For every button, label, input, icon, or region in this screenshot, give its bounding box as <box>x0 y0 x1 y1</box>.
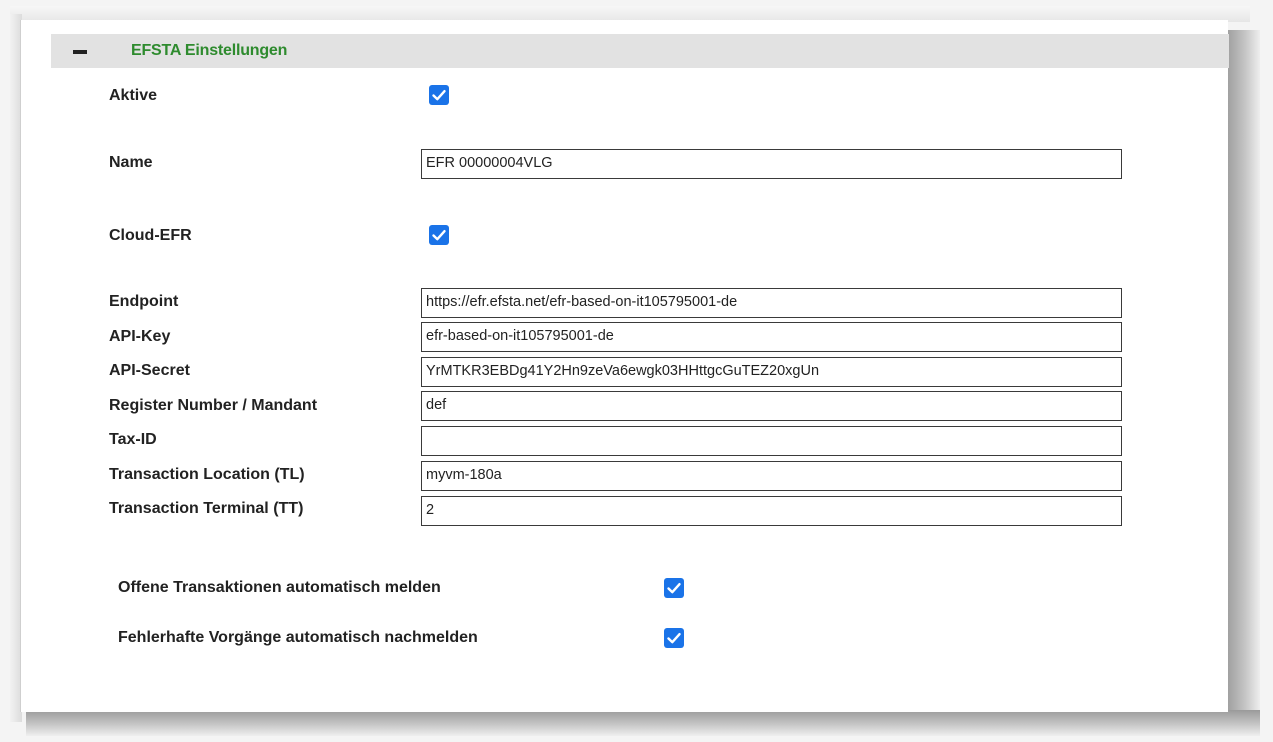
collapse-toggle-button[interactable] <box>69 34 95 68</box>
minus-icon <box>73 50 87 54</box>
offene-transaktionen-label: Offene Transaktionen automatisch melden <box>118 579 441 596</box>
checkmark-icon <box>667 633 681 644</box>
efsta-settings-page: EFSTA Einstellungen Aktive Name EFR 0000… <box>0 0 1273 742</box>
section-header: EFSTA Einstellungen <box>51 34 1229 68</box>
panel-shadow-right <box>1226 30 1260 730</box>
api-key-input[interactable]: efr-based-on-it105795001-de <box>421 322 1122 352</box>
panel-shadow-bottom <box>26 710 1260 736</box>
tax-id-input[interactable] <box>421 426 1122 456</box>
offene-transaktionen-checkbox[interactable] <box>664 578 684 598</box>
aktive-label: Aktive <box>109 87 158 104</box>
cloud-efr-label: Cloud-EFR <box>109 227 192 244</box>
endpoint-input[interactable]: https://efr.efsta.net/efr-based-on-it105… <box>421 288 1122 318</box>
checkmark-icon <box>667 583 681 594</box>
checkmark-icon <box>432 90 446 101</box>
name-input[interactable]: EFR 00000004VLG <box>421 149 1122 179</box>
api-secret-input[interactable]: YrMTKR3EBDg41Y2Hn9zeVa6ewgk03HHttgcGuTEZ… <box>421 357 1122 387</box>
aktive-checkbox[interactable] <box>429 85 449 105</box>
transaction-location-label: Transaction Location (TL) <box>109 466 305 483</box>
transaction-terminal-label: Transaction Terminal (TT) <box>109 500 304 517</box>
register-number-input[interactable]: def <box>421 391 1122 421</box>
fehlerhafte-vorgaenge-checkbox[interactable] <box>664 628 684 648</box>
endpoint-label: Endpoint <box>109 293 179 310</box>
settings-panel: EFSTA Einstellungen Aktive Name EFR 0000… <box>20 20 1229 712</box>
section-title: EFSTA Einstellungen <box>131 42 288 59</box>
transaction-location-input[interactable]: myvm-180a <box>421 461 1122 491</box>
cloud-efr-checkbox[interactable] <box>429 225 449 245</box>
checkmark-icon <box>432 230 446 241</box>
transaction-terminal-input[interactable]: 2 <box>421 496 1122 526</box>
fehlerhafte-vorgaenge-label: Fehlerhafte Vorgänge automatisch nachmel… <box>118 629 478 646</box>
api-key-label: API-Key <box>109 328 171 345</box>
register-number-label: Register Number / Mandant <box>109 397 318 414</box>
api-secret-label: API-Secret <box>109 362 190 379</box>
name-label: Name <box>109 154 153 171</box>
tax-id-label: Tax-ID <box>109 431 157 448</box>
